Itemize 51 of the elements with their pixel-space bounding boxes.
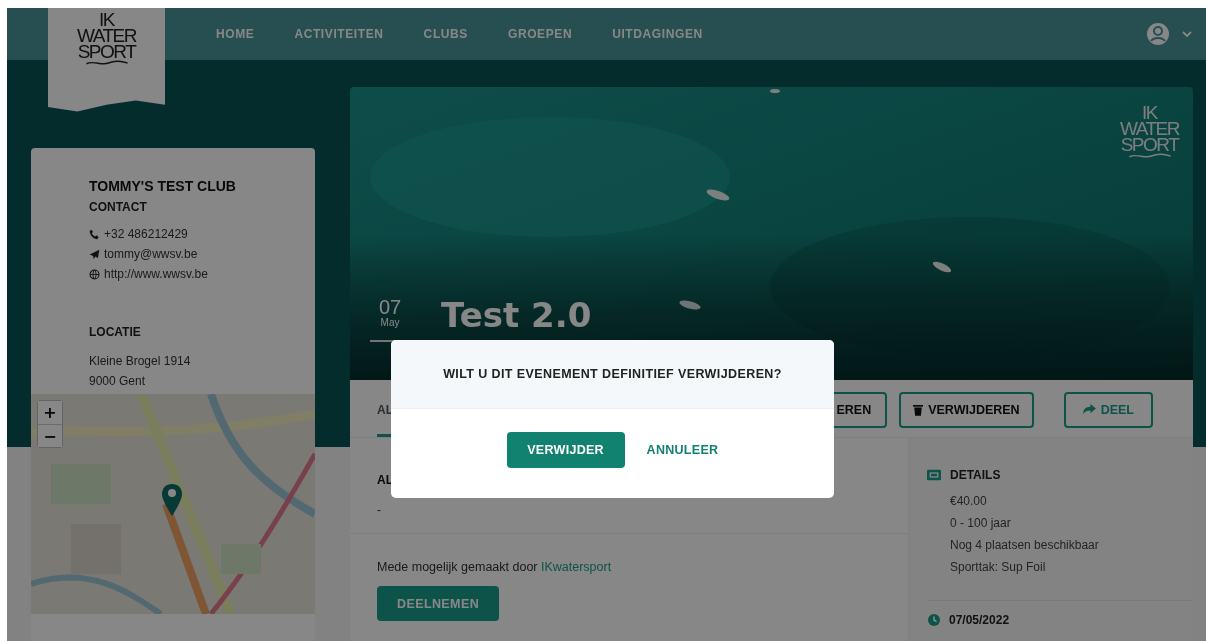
caret-icon[interactable] [1182,31,1192,37]
logo-text: WATER [1120,121,1179,137]
contact-text[interactable]: http://www.wwsv.be [104,266,208,283]
detail-text: Nog 4 plaatsen beschikbaar [950,537,1100,554]
section-heading: AL [377,473,394,487]
logo-text: IK [99,12,114,28]
detail-text: €40.00 [950,493,988,510]
event-date: 07/05/2022 [949,613,1010,627]
logo-text: SPORT [1120,137,1179,153]
zoom-out-button[interactable]: − [38,424,62,447]
nav-link[interactable]: UITDAGINGEN [612,27,703,41]
dialog-title: WILT U DIT EVENEMENT DEFINITIEF VERWIJDEREN? [443,367,782,381]
clock-icon [927,614,941,626]
nav-link[interactable]: HOME [216,27,255,41]
link[interactable]: IKwatersport [541,560,612,574]
nav-link[interactable]: ACTIVITEITEN [294,27,384,41]
globe-icon [89,269,100,280]
club-name: TOMMY'S TEST CLUB [89,178,237,194]
detail-text: 0 - 100 jaar [950,515,1012,532]
logo-text: IK [1142,105,1157,121]
wave-icon [1127,153,1172,159]
map-marker-icon [162,484,182,516]
wave-icon [84,60,129,66]
event-day: 07 [378,297,402,317]
share-arrow-icon [1082,404,1096,415]
event-title: Test 2.0 [441,295,592,335]
paper-plane-icon [89,249,100,260]
join-button[interactable]: DEELNEMEN [377,586,500,621]
cancel-button[interactable]: ANNULEER [646,442,719,457]
section-text: - [377,503,382,517]
section-heading: LOCATIE [89,325,142,339]
section-heading: CONTACT [89,200,148,214]
trash-icon [913,403,924,416]
nav-link[interactable]: GROEPEN [507,27,573,41]
action-button[interactable]: DEEL [1063,391,1153,428]
user-avatar-icon[interactable] [1146,22,1170,46]
logo-text: WATER [77,28,136,44]
address-line: Kleine Brogel 1914 [89,353,192,370]
contact-text: +32 486212429 [104,226,188,243]
confirm-button[interactable]: VERWIJDER [506,431,625,468]
address-line: 9000 Gent [89,373,147,390]
ticket-icon [927,469,941,481]
phone-icon [89,229,100,240]
event-month: May [380,317,400,328]
nav-link[interactable]: CLUBS [423,27,468,41]
detail-text: Sporttak: Sup Foil [950,559,1047,576]
action-button[interactable]: VERWIJDEREN [899,391,1034,428]
logo-text: SPORT [77,44,136,60]
credit-text: Mede mogelijk gemaakt door IKwatersport [377,560,613,574]
contact-text[interactable]: tommy@wwsv.be [104,246,198,263]
details-heading: DETAILS [950,468,1001,482]
